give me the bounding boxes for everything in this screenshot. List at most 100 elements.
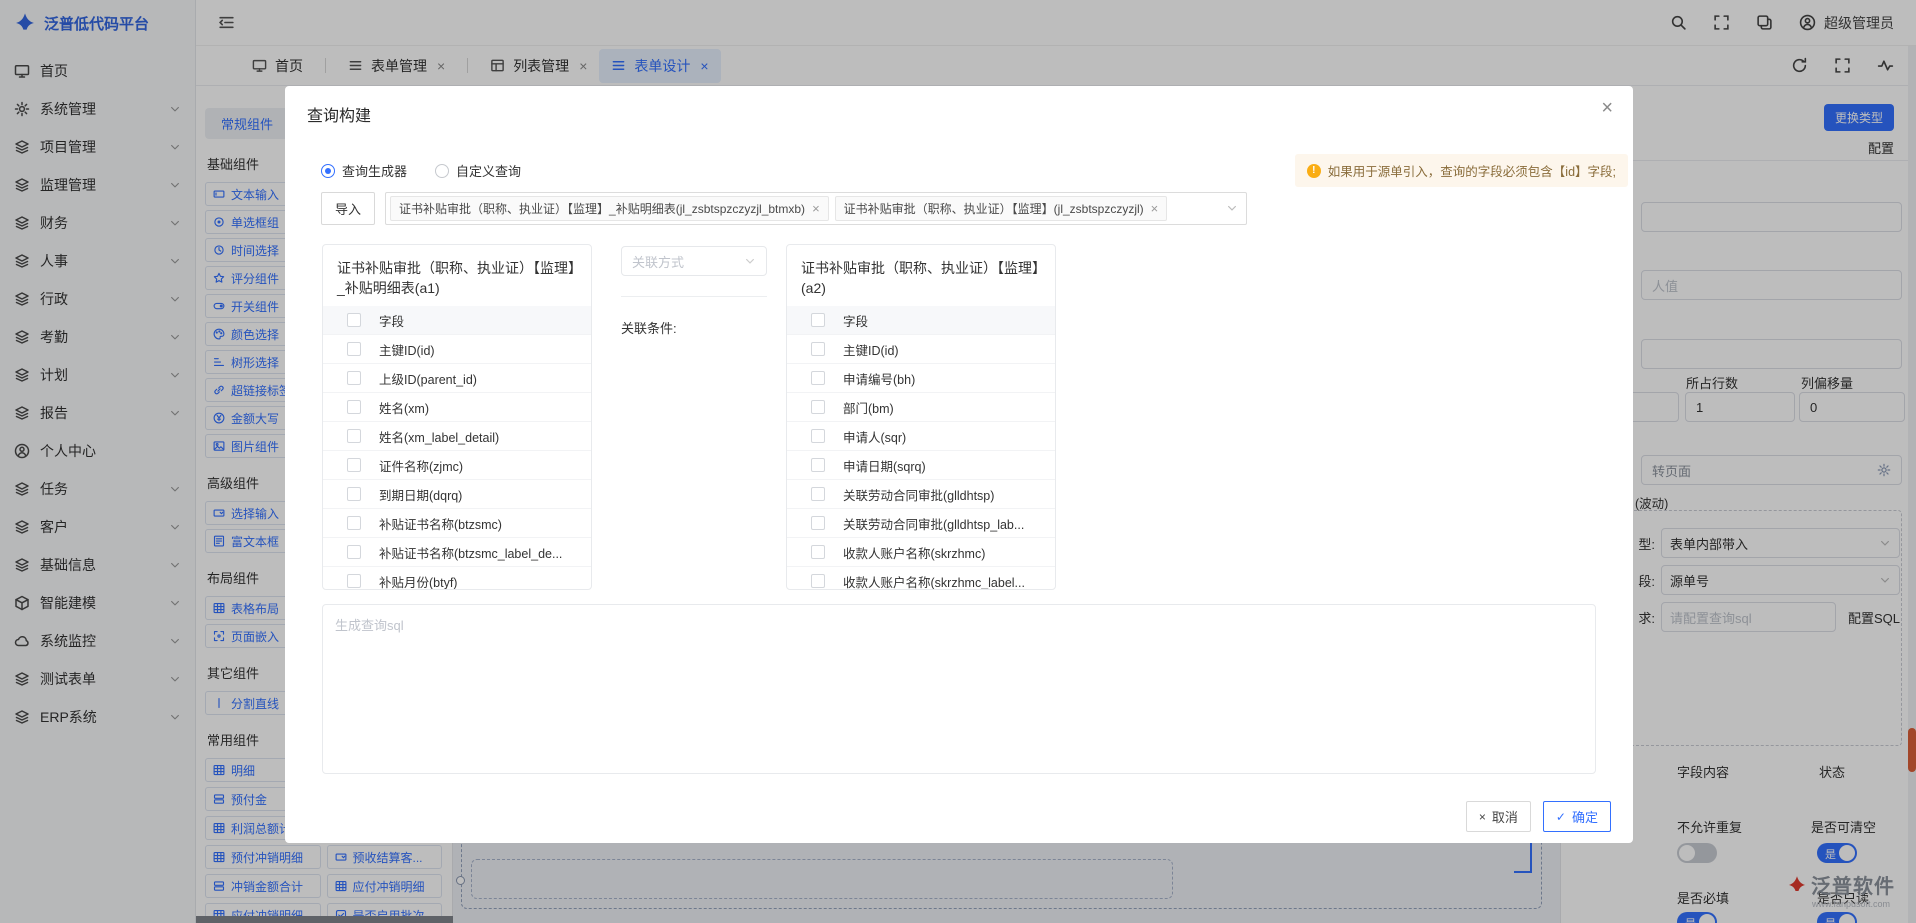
radio-label: 自定义查询 [456, 161, 521, 180]
warning-text: 如果用于源单引入，查询的字段必须包含【id】字段; [1328, 161, 1616, 180]
source-table-tag: 证书补贴审批（职称、执业证）【监理】_补贴明细表(jl_zsbtspzczyzj… [390, 196, 829, 221]
cancel-label: 取消 [1492, 807, 1518, 826]
field-label: 收款人账户名称(skrzhmc) [843, 543, 985, 562]
divider [621, 296, 767, 297]
checkbox[interactable] [347, 487, 361, 501]
field-label: 到期日期(dqrq) [379, 485, 462, 504]
field-label: 申请编号(bh) [843, 369, 915, 388]
checkbox[interactable] [811, 458, 825, 472]
import-row: 导入 证书补贴审批（职称、执业证）【监理】_补贴明细表(jl_zsbtspzcz… [321, 192, 1247, 225]
checkbox[interactable] [347, 429, 361, 443]
tag-label: 证书补贴审批（职称、执业证）【监理】(jl_zsbtspzczyzjl) [844, 200, 1144, 217]
query-mode-radios: 查询生成器 自定义查询 [321, 161, 521, 180]
source-tables-select[interactable]: 证书补贴审批（职称、执业证）【监理】_补贴明细表(jl_zsbtspzczyzj… [385, 192, 1247, 225]
app-root: 泛普低代码平台 首页 系统管理 项目管理 监理管理 财务 人事 行政 [0, 0, 1916, 923]
right-table-title: 证书补贴审批（职称、执业证）【监理】(a2) [787, 245, 1055, 306]
field-row[interactable]: 主键ID(id) [787, 335, 1055, 364]
field-label: 部门(bm) [843, 398, 894, 417]
import-button[interactable]: 导入 [321, 192, 375, 225]
remove-tag-icon[interactable]: × [1151, 202, 1159, 215]
field-row[interactable]: 到期日期(dqrq) [323, 480, 591, 509]
field-row[interactable]: 关联劳动合同审批(glldhtsp) [787, 480, 1055, 509]
checkbox[interactable] [347, 516, 361, 530]
radio-icon [321, 164, 335, 178]
field-row[interactable]: 关联劳动合同审批(glldhtsp_lab... [787, 509, 1055, 538]
sql-placeholder: 生成查询sql [335, 618, 404, 633]
modal-footer: × 取消 ✓ 确定 [1466, 801, 1611, 832]
checkbox[interactable] [347, 545, 361, 559]
radio-option[interactable]: 查询生成器 [321, 161, 407, 180]
left-table-title: 证书补贴审批（职称、执业证）【监理】_补贴明细表(a1) [323, 245, 591, 306]
checkbox[interactable] [347, 342, 361, 356]
field-row[interactable]: 申请编号(bh) [787, 364, 1055, 393]
field-row[interactable]: 补贴月份(btyf) [323, 567, 591, 590]
check-icon: ✓ [1556, 811, 1566, 823]
field-label: 姓名(xm) [379, 398, 429, 417]
join-type-placeholder: 关联方式 [632, 252, 684, 271]
radio-option[interactable]: 自定义查询 [435, 161, 521, 180]
checkbox[interactable] [811, 516, 825, 530]
checkbox[interactable] [811, 545, 825, 559]
checkbox[interactable] [347, 400, 361, 414]
field-label: 主键ID(id) [843, 340, 899, 359]
checkbox[interactable] [811, 400, 825, 414]
close-icon[interactable]: × [1601, 98, 1613, 118]
checkbox[interactable] [347, 574, 361, 588]
source-table-tag: 证书补贴审批（职称、执业证）【监理】(jl_zsbtspzczyzjl) × [835, 196, 1168, 221]
query-builder-modal: 查询构建 × 查询生成器 自定义查询 ! 如果用于源单引入，查询的字段必须包含【… [285, 86, 1633, 843]
remove-tag-icon[interactable]: × [812, 202, 820, 215]
modal-title: 查询构建 [307, 102, 371, 126]
chevron-down-icon [1226, 202, 1238, 214]
field-label: 字段 [843, 311, 868, 330]
field-row[interactable]: 收款人账户名称(skrzhmc_label... [787, 567, 1055, 590]
tag-label: 证书补贴审批（职称、执业证）【监理】_补贴明细表(jl_zsbtspzczyzj… [399, 200, 805, 217]
field-label: 主键ID(id) [379, 340, 435, 359]
field-row[interactable]: 部门(bm) [787, 393, 1055, 422]
checkbox[interactable] [811, 313, 825, 327]
field-row[interactable]: 姓名(xm_label_detail) [323, 422, 591, 451]
field-row[interactable]: 证件名称(zjmc) [323, 451, 591, 480]
field-label: 申请日期(sqrq) [843, 456, 926, 475]
warning-banner: ! 如果用于源单引入，查询的字段必须包含【id】字段; [1295, 154, 1628, 187]
chevron-down-icon [744, 255, 756, 267]
field-label: 姓名(xm_label_detail) [379, 427, 499, 446]
field-row[interactable]: 申请日期(sqrq) [787, 451, 1055, 480]
checkbox[interactable] [811, 429, 825, 443]
close-icon: × [1479, 811, 1486, 823]
field-row[interactable]: 字段 [323, 306, 591, 335]
field-row[interactable]: 姓名(xm) [323, 393, 591, 422]
field-label: 字段 [379, 311, 404, 330]
checkbox[interactable] [811, 487, 825, 501]
field-label: 上级ID(parent_id) [379, 369, 477, 388]
join-type-select[interactable]: 关联方式 [621, 246, 767, 276]
field-label: 申请人(sqr) [843, 427, 906, 446]
right-field-list: 证书补贴审批（职称、执业证）【监理】(a2) 字段 主键ID(id) 申请编号(… [786, 244, 1056, 590]
field-row[interactable]: 收款人账户名称(skrzhmc) [787, 538, 1055, 567]
join-condition-label: 关联条件: [621, 318, 677, 337]
right-field-rows: 字段 主键ID(id) 申请编号(bh) 部门(bm) 申请人(sqr) 申请日… [787, 306, 1055, 590]
confirm-button[interactable]: ✓ 确定 [1543, 801, 1611, 832]
field-row[interactable]: 字段 [787, 306, 1055, 335]
field-label: 收款人账户名称(skrzhmc_label... [843, 572, 1025, 591]
field-row[interactable]: 上级ID(parent_id) [323, 364, 591, 393]
checkbox[interactable] [811, 371, 825, 385]
field-label: 证件名称(zjmc) [379, 456, 463, 475]
radio-label: 查询生成器 [342, 161, 407, 180]
field-row[interactable]: 主键ID(id) [323, 335, 591, 364]
field-label: 补贴证书名称(btzsmc) [379, 514, 502, 533]
checkbox[interactable] [347, 458, 361, 472]
field-label: 补贴证书名称(btzsmc_label_de... [379, 543, 562, 562]
cancel-button[interactable]: × 取消 [1466, 801, 1531, 832]
field-row[interactable]: 申请人(sqr) [787, 422, 1055, 451]
radio-icon [435, 164, 449, 178]
checkbox[interactable] [347, 313, 361, 327]
field-label: 关联劳动合同审批(glldhtsp_lab... [843, 514, 1024, 533]
field-label: 补贴月份(btyf) [379, 572, 457, 591]
checkbox[interactable] [347, 371, 361, 385]
generated-sql-textarea[interactable]: 生成查询sql [322, 604, 1596, 774]
field-row[interactable]: 补贴证书名称(btzsmc) [323, 509, 591, 538]
checkbox[interactable] [811, 574, 825, 588]
field-row[interactable]: 补贴证书名称(btzsmc_label_de... [323, 538, 591, 567]
checkbox[interactable] [811, 342, 825, 356]
left-field-rows: 字段 主键ID(id) 上级ID(parent_id) 姓名(xm) 姓名(xm… [323, 306, 591, 590]
